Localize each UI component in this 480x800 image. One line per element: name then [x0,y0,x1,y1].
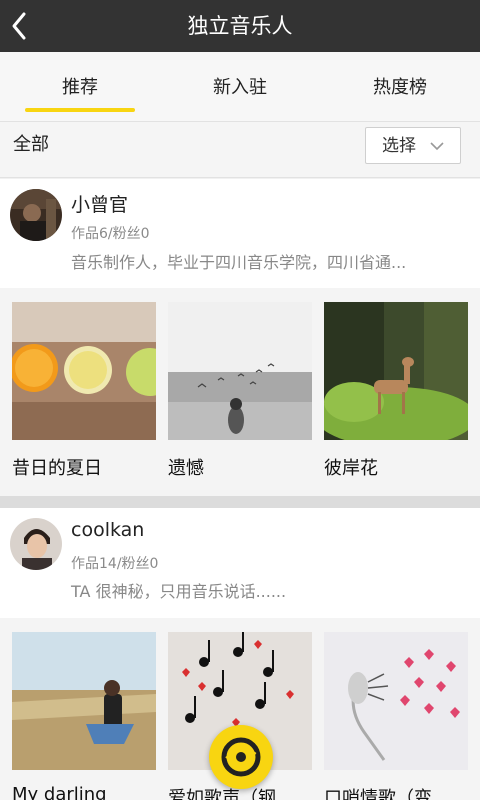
artist-name[interactable]: coolkan [71,519,144,541]
top-bar: 独立音乐人 [0,0,480,52]
work-cover[interactable] [324,632,468,770]
work-cover[interactable] [12,302,156,440]
filter-all-label[interactable]: 全部 [13,122,49,168]
chevron-down-icon [430,142,444,151]
work-item[interactable]: My darling [12,632,156,800]
work-item[interactable]: 口哨情歌（变... [324,632,468,800]
work-item[interactable]: 彼岸花 [324,302,468,480]
work-item[interactable]: 遗憾 [168,302,312,480]
work-title[interactable]: 彼岸花 [324,454,468,480]
works-grid: 昔日的夏日 遗憾 彼岸花 [0,288,480,496]
work-cover[interactable] [324,302,468,440]
artist-stats: 作品6/粉丝0 [71,226,150,242]
tab-popularity-ranking[interactable]: 热度榜 [320,52,480,122]
artist-card[interactable]: coolkan 作品14/粉丝0 TA 很神秘，只用音乐说话...... [0,508,480,618]
tab-new-arrivals[interactable]: 新入驻 [160,52,320,122]
work-title[interactable]: 昔日的夏日 [12,454,156,480]
artist-card[interactable]: 小曾官 作品6/粉丝0 音乐制作人，毕业于四川音乐学院，四川省通... [0,179,480,288]
work-title[interactable]: My darling [12,784,156,800]
work-title[interactable]: 口哨情歌（变... [324,784,468,800]
work-item[interactable]: 昔日的夏日 [12,302,156,480]
active-tab-indicator [25,108,135,112]
avatar[interactable] [10,189,62,241]
music-disc-icon [221,737,261,777]
work-title[interactable]: 遗憾 [168,454,312,480]
artist-description: TA 很神秘，只用音乐说话...... [71,582,287,601]
avatar[interactable] [10,518,62,570]
page-title: 独立音乐人 [187,14,293,38]
work-cover[interactable] [12,632,156,770]
work-cover[interactable] [168,302,312,440]
tab-bar: 推荐 新入驻 热度榜 [0,52,480,122]
artist-description: 音乐制作人，毕业于四川音乐学院，四川省通... [71,253,407,272]
artist-name[interactable]: 小曾官 [71,190,128,217]
filter-bar: 全部 选择 [0,122,480,178]
artist-stats: 作品14/粉丝0 [71,556,159,572]
select-label: 选择 [382,136,416,156]
music-player-button[interactable] [209,725,273,789]
section-divider [0,496,480,508]
select-dropdown[interactable]: 选择 [365,127,461,164]
